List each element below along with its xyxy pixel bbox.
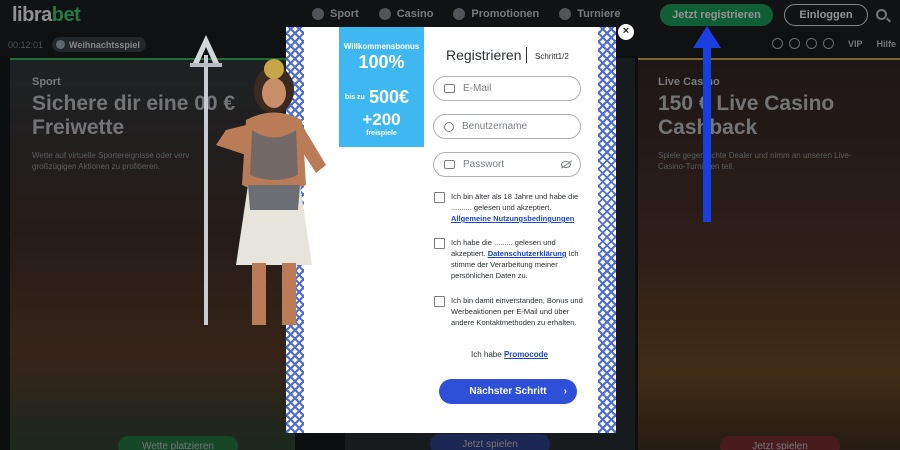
user-icon (444, 121, 454, 132)
email-input[interactable] (463, 83, 563, 94)
terms-link[interactable]: Allgemeine Nutzungsbedingungen (451, 214, 574, 223)
step-indicator: Schritt1/2 (535, 52, 569, 61)
privacy-checkbox[interactable] (434, 238, 445, 249)
bonus-amount: 500€ (369, 87, 410, 107)
bonus-title: Willkommensbonus (343, 42, 420, 51)
bonus-upto: bis zu (345, 94, 365, 101)
welcome-bonus-badge: Willkommensbonus 100% bis zu 500€ +200 f… (339, 27, 424, 147)
password-input[interactable] (463, 159, 563, 170)
password-field[interactable] (433, 152, 581, 177)
username-input[interactable] (462, 121, 562, 132)
marketing-checkbox[interactable] (434, 296, 445, 307)
age-terms-checkbox[interactable] (434, 192, 445, 203)
promocode-link[interactable]: Promocode (504, 350, 548, 359)
bonus-percent: 100% (358, 52, 405, 72)
age-terms-text: Ich bin älter als 18 Jahre und habe die … (451, 192, 579, 223)
close-icon: × (622, 25, 630, 37)
register-title: Registrieren (446, 47, 522, 63)
eye-hidden-icon[interactable] (561, 161, 571, 168)
bonus-spins: +200 (362, 110, 401, 129)
close-modal-button[interactable]: × (618, 24, 634, 40)
title-separator (526, 47, 527, 63)
username-field[interactable] (433, 114, 581, 139)
ornament-border-right (598, 27, 616, 433)
poseidon-character-image (190, 35, 326, 325)
next-step-button[interactable]: Nächster Schritt › (439, 379, 577, 404)
promo-row: Ich habe Promocode (471, 350, 548, 359)
marketing-text: Ich bin damit einverstanden, Bonus und W… (451, 296, 583, 327)
privacy-link[interactable]: Datenschutzerklärung (488, 249, 567, 258)
arrow-annotation (693, 26, 721, 222)
fingerprint-icon (444, 160, 455, 169)
mail-icon (444, 84, 455, 93)
registration-modal: Willkommensbonus 100% bis zu 500€ +200 f… (286, 27, 616, 433)
bonus-spins-label: freispiele (366, 130, 397, 137)
privacy-text: Ich habe die ......... gelesen und akzep… (451, 238, 579, 280)
email-field[interactable] (433, 76, 581, 101)
chevron-right-icon: › (563, 386, 567, 397)
